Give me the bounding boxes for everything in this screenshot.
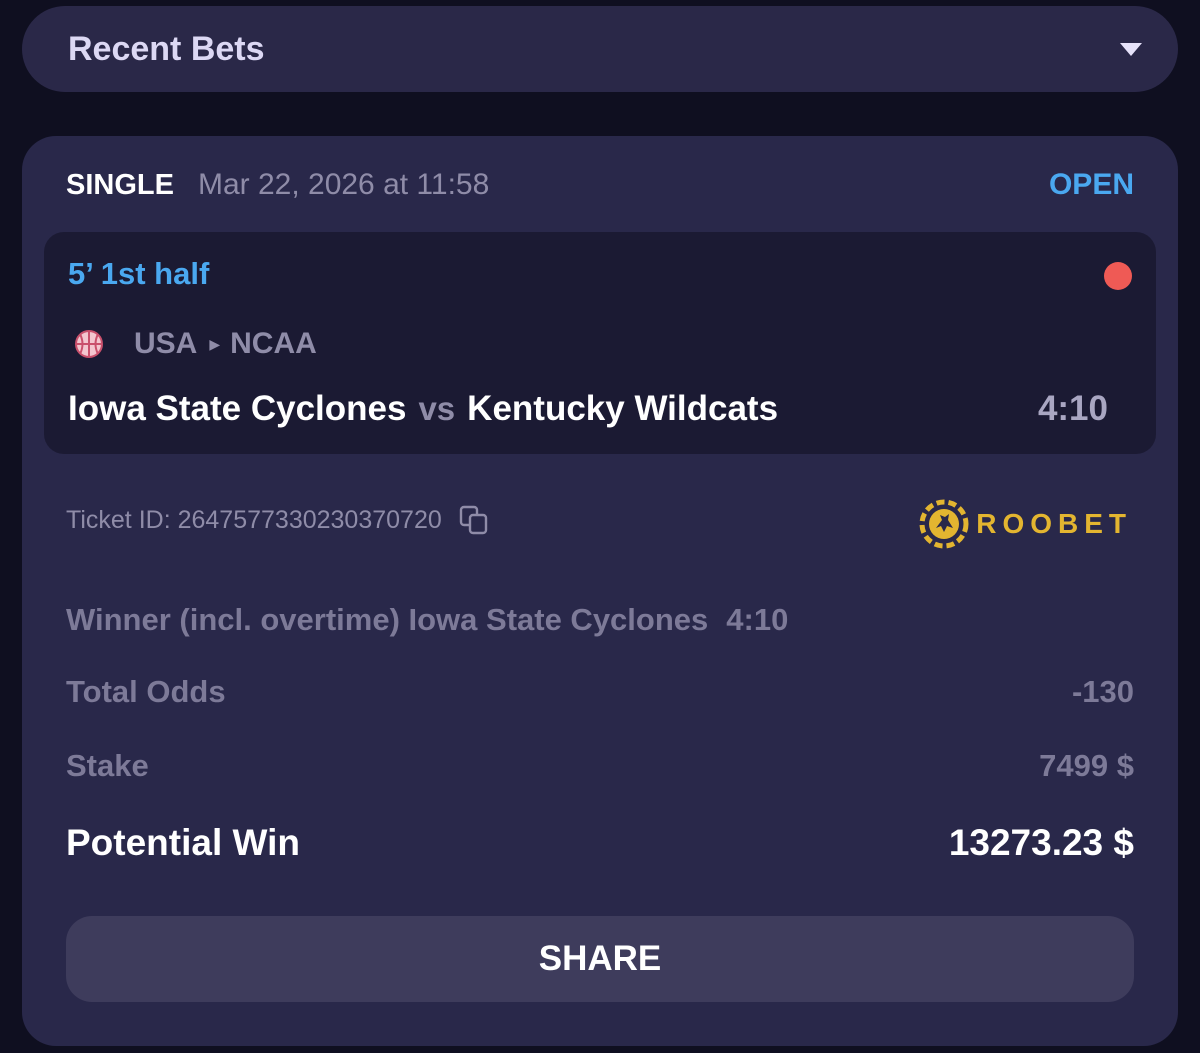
bet-selection: Winner (incl. overtime) Iowa State Cyclo… bbox=[66, 602, 788, 638]
event-panel[interactable]: 5’ 1st half USA ▶ NCAA Iowa State Cyclon… bbox=[44, 232, 1156, 454]
potential-win-value: 13273.23 $ bbox=[948, 822, 1134, 863]
recent-bets-header[interactable]: Recent Bets bbox=[22, 6, 1178, 92]
basketball-icon bbox=[75, 330, 103, 358]
bet-card: SINGLE Mar 22, 2026 at 11:58 OPEN 5’ 1st… bbox=[22, 136, 1178, 1046]
bet-date: Mar 22, 2026 at 11:58 bbox=[197, 168, 490, 201]
share-button[interactable]: SHARE bbox=[66, 916, 1134, 1002]
recent-bets-title: Recent Bets bbox=[68, 29, 265, 68]
bet-type: SINGLE bbox=[66, 168, 174, 201]
ticket-id: Ticket ID: 2647577330230370720 bbox=[66, 505, 442, 534]
bet-status-badge: OPEN bbox=[1048, 168, 1134, 201]
selection-market: Winner (incl. overtime) Iowa State Cyclo… bbox=[66, 602, 709, 637]
breadcrumb-separator-icon: ▶ bbox=[209, 335, 221, 352]
total-odds-label: Total Odds bbox=[66, 674, 226, 709]
potential-win-row: Potential Win 13273.23 $ bbox=[66, 822, 1134, 864]
total-odds-value: -130 bbox=[1071, 674, 1134, 709]
matchup: Iowa State Cyclones vs Kentucky Wildcats… bbox=[68, 384, 1108, 434]
vs-label: vs bbox=[418, 390, 456, 427]
potential-win-label: Potential Win bbox=[66, 822, 300, 863]
chevron-down-icon[interactable] bbox=[1120, 42, 1142, 56]
live-time: 5’ 1st half bbox=[68, 256, 210, 291]
stake-row: Stake 7499 $ bbox=[66, 748, 1134, 784]
bet-summary-row: SINGLE Mar 22, 2026 at 11:58 OPEN bbox=[66, 164, 1134, 206]
stake-label: Stake bbox=[66, 748, 149, 783]
brand-name: ROOBET bbox=[976, 508, 1132, 539]
total-odds-row: Total Odds -130 bbox=[66, 674, 1134, 710]
ticket-id-row: Ticket ID: 2647577330230370720 bbox=[66, 504, 490, 536]
copy-icon[interactable] bbox=[458, 504, 490, 536]
brand-logo: ROOBET bbox=[918, 498, 1132, 550]
selection-score: 4:10 bbox=[726, 602, 789, 637]
kangaroo-chip-icon bbox=[919, 499, 969, 549]
league-name: NCAA bbox=[230, 327, 317, 360]
live-score: 4:10 bbox=[1037, 389, 1108, 428]
league-breadcrumb: USA ▶ NCAA bbox=[74, 324, 317, 364]
live-indicator-icon bbox=[1104, 262, 1132, 290]
league-country: USA bbox=[134, 327, 198, 360]
team-home: Iowa State Cyclones bbox=[68, 389, 407, 428]
stake-value: 7499 $ bbox=[1039, 748, 1134, 783]
team-away: Kentucky Wildcats bbox=[467, 389, 779, 428]
